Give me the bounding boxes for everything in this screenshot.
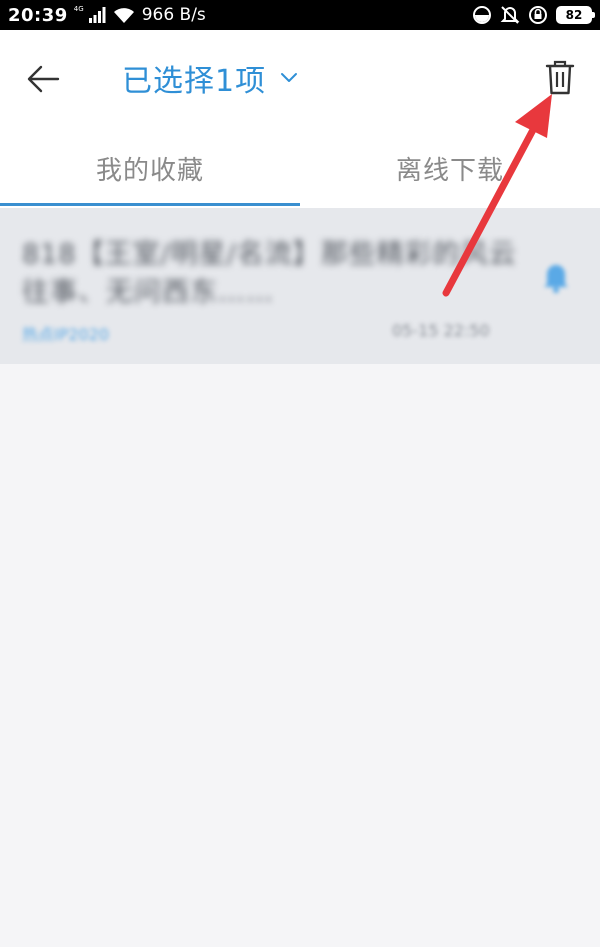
tab-favorites[interactable]: 我的收藏 xyxy=(0,128,300,208)
status-time: 20:39 xyxy=(8,4,68,26)
bell-icon[interactable] xyxy=(541,260,571,294)
status-left: 20:39 4G 966 B/s xyxy=(8,5,206,26)
page-title: 已选择1项 xyxy=(122,64,267,99)
selection-dropdown[interactable]: 已选择1项 xyxy=(122,56,298,100)
list-item[interactable]: 818【王室/明星/名流】那些精彩的风云往事、无问西东…… 热点IP2020 0… xyxy=(0,208,600,364)
tab-bar: 我的收藏 离线下载 xyxy=(0,128,600,208)
battery-icon: 82 xyxy=(556,6,595,24)
list-item-title: 818【王室/明星/名流】那些精彩的风云往事、无问西东…… xyxy=(22,239,517,308)
arrow-left-icon xyxy=(27,65,60,93)
battery-level: 82 xyxy=(565,8,583,22)
delete-button[interactable] xyxy=(538,56,582,100)
chevron-down-icon xyxy=(281,73,298,82)
trash-icon xyxy=(545,60,575,95)
app-header: 已选择1项 xyxy=(0,30,600,128)
lock-rotation-icon xyxy=(529,6,547,24)
status-right: 82 xyxy=(472,5,595,25)
back-button[interactable] xyxy=(22,58,64,100)
muted-bell-icon xyxy=(500,6,520,24)
content-empty-area xyxy=(0,364,600,947)
wifi-icon xyxy=(113,8,134,23)
status-bar: 20:39 4G 966 B/s 82 xyxy=(0,0,600,30)
data-saver-icon xyxy=(473,6,491,24)
tab-offline-downloads[interactable]: 离线下载 xyxy=(300,128,600,208)
network-speed: 966 B/s xyxy=(141,5,206,25)
list-item-date: 05-15 22:50 xyxy=(392,321,490,340)
cellular-signal-icon xyxy=(88,7,106,23)
network-type-label: 4G xyxy=(73,5,84,13)
list-item-source: 热点IP2020 xyxy=(22,325,110,344)
